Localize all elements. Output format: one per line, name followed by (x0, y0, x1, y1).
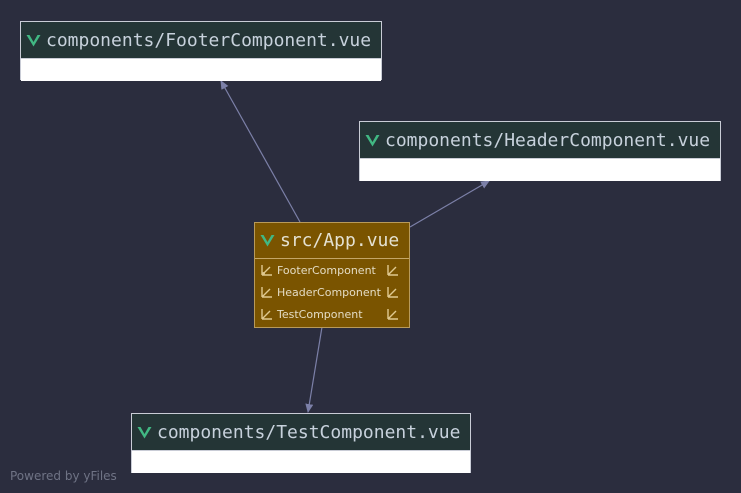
yfiles-watermark: Powered by yFiles (10, 469, 117, 483)
node-test-component[interactable]: components/TestComponent.vue (131, 413, 471, 473)
node-app-vue[interactable]: src/App.vue FooterComponent HeaderCompon… (254, 222, 410, 328)
diagram-canvas[interactable]: components/FooterComponent.vue component… (0, 0, 741, 493)
member-test-component[interactable]: TestComponent (255, 303, 409, 325)
node-title: components/TestComponent.vue (157, 421, 461, 443)
member-footer-component[interactable]: FooterComponent (255, 259, 409, 281)
import-arrow-icon (261, 287, 272, 298)
vue-icon (365, 134, 380, 146)
import-arrow-icon (261, 265, 272, 276)
node-footer-component[interactable]: components/FooterComponent.vue (20, 21, 382, 81)
node-header-component[interactable]: components/HeaderComponent.vue (359, 121, 721, 181)
edge-app-to-footer[interactable] (220, 80, 301, 223)
node-header: components/HeaderComponent.vue (360, 122, 720, 159)
node-header: components/FooterComponent.vue (21, 22, 381, 59)
edge-app-to-test[interactable] (305, 326, 323, 413)
import-arrow-icon (387, 309, 398, 320)
node-header: components/TestComponent.vue (132, 414, 470, 451)
member-label: TestComponent (277, 307, 363, 321)
vue-icon (260, 235, 275, 247)
node-body (360, 159, 720, 181)
import-arrow-icon (387, 265, 398, 276)
node-title: src/App.vue (280, 230, 400, 251)
node-title: components/HeaderComponent.vue (385, 129, 711, 151)
node-body (132, 451, 470, 473)
import-arrow-icon (261, 309, 272, 320)
member-header-component[interactable]: HeaderComponent (255, 281, 409, 303)
member-label: FooterComponent (277, 263, 376, 277)
member-label: HeaderComponent (277, 285, 381, 299)
node-body (21, 59, 381, 81)
import-arrow-icon (387, 287, 398, 298)
node-header: src/App.vue (255, 223, 409, 259)
vue-icon (137, 426, 152, 438)
node-title: components/FooterComponent.vue (46, 29, 372, 51)
edge-app-to-header[interactable] (409, 180, 490, 228)
vue-icon (26, 34, 41, 46)
